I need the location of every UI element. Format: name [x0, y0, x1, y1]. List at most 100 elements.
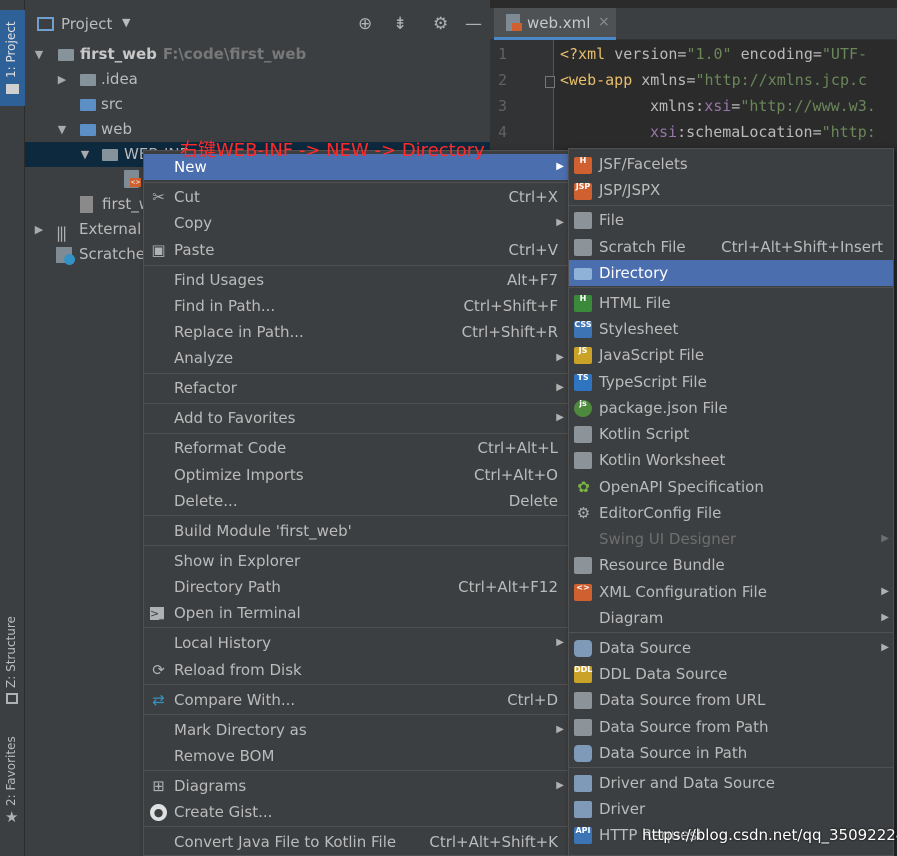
structure-tool-tab[interactable]: Z: Structure: [4, 616, 18, 688]
submenu-item-jsf-facelets[interactable]: H JSF/Facelets: [569, 151, 893, 177]
submenu-item-data-source-from-url[interactable]: Data Source from URL: [569, 687, 893, 713]
collapse-icon[interactable]: ⇟: [393, 14, 407, 34]
submenu-item-stylesheet[interactable]: CSS Stylesheet: [569, 316, 893, 342]
tree-node-idea[interactable]: ▶ .idea: [25, 67, 490, 92]
menu-item-reload-from-disk[interactable]: ⟳ Reload from Disk: [144, 657, 568, 683]
menu-item-show-in-explorer[interactable]: Show in Explorer: [144, 548, 568, 574]
submenu-item-editorconfig[interactable]: ⚙ EditorConfig File: [569, 500, 893, 526]
chevron-right-icon[interactable]: ▶: [56, 67, 68, 92]
submenu-item-javascript-file[interactable]: JS JavaScript File: [569, 342, 893, 368]
submenu-item-swing-ui-designer[interactable]: Swing UI Designer ▶: [569, 526, 893, 552]
menu-item-create-gist[interactable]: ● Create Gist...: [144, 799, 568, 825]
submenu-item-package-json[interactable]: js package.json File: [569, 395, 893, 421]
line-number: 1: [498, 45, 508, 63]
menu-item-remove-bom[interactable]: Remove BOM: [144, 743, 568, 769]
target-icon[interactable]: ⊕: [358, 14, 372, 34]
code-line-1[interactable]: <?xml version="1.0" encoding="UTF-: [560, 45, 867, 63]
diagram-icon: ⊞: [152, 777, 165, 795]
database-icon: [574, 640, 592, 657]
submenu-item-data-source-from-path[interactable]: Data Source from Path: [569, 714, 893, 740]
menu-item-optimize-imports[interactable]: Optimize Imports Ctrl+Alt+O: [144, 462, 568, 488]
tree-node-label: Scratche: [79, 245, 145, 263]
minimize-icon[interactable]: —: [465, 14, 482, 34]
submenu-item-data-source-in-path[interactable]: Data Source in Path: [569, 740, 893, 766]
project-icon: [37, 17, 54, 31]
submenu-item-kotlin-script[interactable]: Kotlin Script: [569, 421, 893, 447]
submenu-item-ddl-data-source[interactable]: DDL DDL Data Source: [569, 661, 893, 687]
new-submenu: H JSF/Facelets JSP JSP/JSPX File Scratch F…: [568, 148, 894, 856]
project-panel-header: Project ▼ ⊕ ⇟ ⚙ —: [25, 8, 490, 40]
submenu-item-driver-and-data-source[interactable]: Driver and Data Source: [569, 770, 893, 796]
favorites-tool-tab[interactable]: 2: Favorites: [4, 736, 18, 806]
clock-icon: [64, 254, 75, 265]
submenu-item-kotlin-worksheet[interactable]: Kotlin Worksheet: [569, 447, 893, 473]
submenu-item-xml-config-file[interactable]: <> XML Configuration File ▶: [569, 579, 893, 605]
submenu-item-resource-bundle[interactable]: Resource Bundle: [569, 552, 893, 578]
tree-node-project-root[interactable]: ▼ first_web F:\code\first_web: [25, 42, 490, 67]
xml-badge-icon: <>: [130, 178, 141, 187]
submenu-arrow-icon: ▶: [881, 642, 889, 653]
project-panel-title[interactable]: Project: [61, 15, 112, 33]
submenu-item-html-file[interactable]: H HTML File: [569, 290, 893, 316]
folder-icon: [102, 149, 118, 161]
close-icon[interactable]: ×: [598, 14, 610, 30]
menu-item-copy[interactable]: Copy ▶: [144, 210, 568, 236]
project-tool-tab-label[interactable]: 1: Project: [4, 21, 18, 78]
tree-node-src[interactable]: src: [25, 92, 490, 117]
menu-item-local-history[interactable]: Local History ▶: [144, 630, 568, 656]
menu-item-replace-in-path[interactable]: Replace in Path... Ctrl+Shift+R: [144, 319, 568, 345]
submenu-item-file[interactable]: File: [569, 207, 893, 233]
menu-item-mark-directory-as[interactable]: Mark Directory as ▶: [144, 717, 568, 743]
menu-item-reformat-code[interactable]: Reformat Code Ctrl+Alt+L: [144, 435, 568, 461]
driver-icon: [574, 801, 592, 818]
menu-item-analyze[interactable]: Analyze ▶: [144, 345, 568, 371]
code-line-2[interactable]: <web-app xmlns="http://xmlns.jcp.c: [560, 71, 867, 89]
menu-item-delete[interactable]: Delete... Delete: [144, 488, 568, 514]
submenu-item-driver[interactable]: Driver: [569, 796, 893, 822]
html-file-icon: H: [574, 295, 592, 312]
submenu-item-data-source[interactable]: Data Source ▶: [569, 635, 893, 661]
menu-item-cut[interactable]: ✂ Cut Ctrl+X: [144, 184, 568, 210]
chevron-down-icon[interactable]: ▼: [33, 42, 45, 67]
submenu-arrow-icon: ▶: [556, 412, 564, 423]
menu-item-build-module[interactable]: Build Module 'first_web': [144, 518, 568, 544]
submenu-item-scratch-file[interactable]: Scratch File Ctrl+Alt+Shift+Insert: [569, 234, 893, 260]
chevron-down-icon[interactable]: ▼: [79, 142, 91, 167]
tree-node-label: first_web: [80, 45, 157, 63]
menu-item-diagrams[interactable]: ⊞ Diagrams ▶: [144, 773, 568, 799]
xml-badge-icon: [512, 23, 522, 31]
menu-item-compare-with[interactable]: ⇄ Compare With... Ctrl+D: [144, 687, 568, 713]
editor-tab-web-xml[interactable]: web.xml ×: [494, 8, 616, 40]
menu-item-refactor[interactable]: Refactor ▶: [144, 375, 568, 401]
menu-item-find-in-path[interactable]: Find in Path... Ctrl+Shift+F: [144, 293, 568, 319]
menu-item-find-usages[interactable]: Find Usages Alt+F7: [144, 267, 568, 293]
menu-separator: [569, 287, 893, 288]
submenu-item-typescript-file[interactable]: TS TypeScript File: [569, 369, 893, 395]
chevron-down-icon[interactable]: ▼: [56, 117, 68, 142]
star-icon: ★: [5, 808, 19, 826]
tree-node-path: F:\code\first_web: [162, 45, 307, 63]
menu-item-add-to-favorites[interactable]: Add to Favorites ▶: [144, 405, 568, 431]
menu-item-convert-java-to-kotlin[interactable]: Convert Java File to Kotlin File Ctrl+Alt…: [144, 829, 568, 855]
menu-separator: [144, 515, 568, 516]
xml-file-icon: <>: [574, 584, 592, 601]
file-icon: [574, 212, 592, 229]
submenu-item-directory[interactable]: Directory: [569, 260, 893, 286]
submenu-arrow-icon: ▶: [881, 612, 889, 623]
clipboard-icon: ▣: [151, 241, 166, 259]
chevron-right-icon[interactable]: ▶: [33, 217, 45, 242]
menu-item-directory-path[interactable]: Directory Path Ctrl+Alt+F12: [144, 574, 568, 600]
gear-icon[interactable]: ⚙: [433, 14, 448, 34]
menu-item-paste[interactable]: ▣ Paste Ctrl+V: [144, 237, 568, 263]
folder-icon: [574, 268, 592, 280]
menu-item-open-in-terminal[interactable]: >_ Open in Terminal: [144, 600, 568, 626]
fold-marker-icon[interactable]: [545, 76, 555, 88]
submenu-item-jsp[interactable]: JSP JSP/JSPX: [569, 177, 893, 203]
gear-icon: ⚙: [576, 504, 591, 522]
code-line-3[interactable]: xmlns:xsi="http://www.w3.: [650, 97, 876, 115]
menu-separator: [144, 182, 568, 183]
submenu-item-diagram[interactable]: Diagram ▶: [569, 605, 893, 631]
chevron-down-icon[interactable]: ▼: [122, 16, 130, 29]
code-line-4[interactable]: xsi:schemaLocation="http:: [650, 123, 876, 141]
submenu-item-openapi-spec[interactable]: ✿ OpenAPI Specification: [569, 474, 893, 500]
